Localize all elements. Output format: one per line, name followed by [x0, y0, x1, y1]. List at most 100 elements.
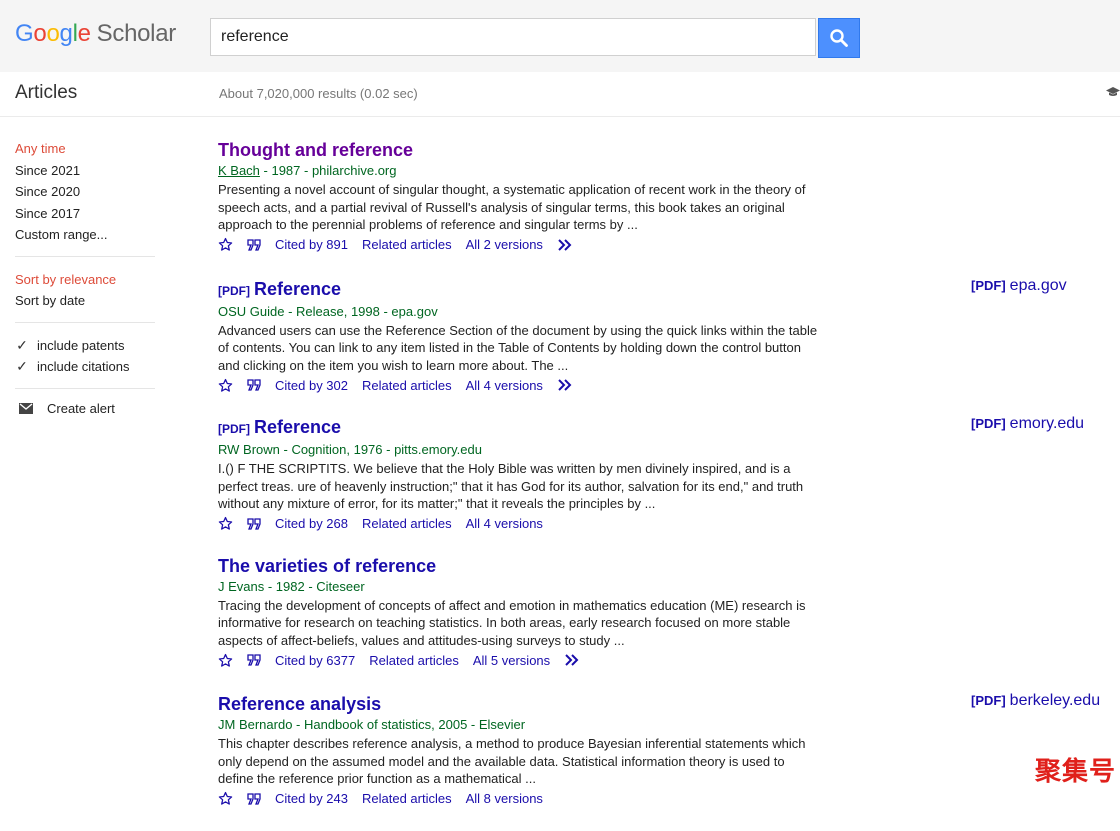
divider [15, 387, 155, 389]
create-alert-button[interactable]: Create alert [15, 401, 160, 416]
result-byline: OSU Guide - Release, 1998 - epa.gov [218, 303, 818, 321]
all-versions-link[interactable]: All 2 versions [466, 237, 543, 252]
filter-since-2020[interactable]: Since 2020 [15, 181, 160, 203]
checkmark-icon: ✓ [16, 358, 28, 375]
graduation-cap-icon[interactable] [1106, 85, 1120, 99]
side-pdf-tag: [PDF] [971, 693, 1006, 708]
result-byline: J Evans - 1982 - Citeseer [218, 578, 818, 596]
result-byline: K Bach - 1987 - philarchive.org [218, 162, 818, 180]
more-chevron-icon[interactable] [564, 654, 582, 666]
watermark-text: 聚集号 [1034, 757, 1116, 787]
more-chevron-icon[interactable] [557, 379, 575, 391]
search-input[interactable] [211, 19, 791, 55]
save-star-icon[interactable] [218, 378, 233, 393]
cite-quote-icon[interactable] [247, 792, 261, 805]
divider [15, 255, 155, 257]
cited-by-link[interactable]: Cited by 6377 [275, 653, 355, 668]
results-stats: About 7,020,000 results (0.02 sec) [219, 86, 418, 101]
cited-by-link[interactable]: Cited by 891 [275, 237, 348, 252]
save-star-icon[interactable] [218, 516, 233, 531]
result-title-keyword: Reference analysis [218, 694, 382, 714]
result-byline: JM Bernardo - Handbook of statistics, 20… [218, 716, 818, 734]
search-button[interactable] [818, 18, 860, 58]
result-title-row: [PDF] Reference [218, 415, 818, 441]
related-articles-link[interactable]: Related articles [362, 378, 452, 393]
result-title-row: [PDF] Reference [218, 277, 818, 303]
result-item: [PDF] Reference OSU Guide - Release, 1998 … [218, 277, 1067, 416]
filter-since-2017[interactable]: Since 2017 [15, 203, 160, 225]
logo-letter: e [77, 20, 91, 47]
cited-by-link[interactable]: Cited by 268 [275, 516, 348, 531]
all-versions-link[interactable]: All 4 versions [466, 378, 543, 393]
publication-info: - Cognition, 1976 - pitts.emory.edu [279, 442, 482, 457]
sort-by-relevance[interactable]: Sort by relevance [15, 269, 160, 291]
filter-any-time[interactable]: Any time [15, 138, 160, 160]
result-actions: Cited by 302 Related articles All 4 versio… [218, 376, 818, 394]
cite-quote-icon[interactable] [247, 654, 261, 666]
all-versions-link[interactable]: All 5 versions [473, 653, 550, 668]
result-item: [PDF] Reference RW Brown - Cognition, 1976… [218, 415, 1084, 554]
results-subbar [0, 72, 1120, 117]
author-link[interactable]: JM Bernardo [218, 717, 292, 732]
related-articles-link[interactable]: Related articles [362, 516, 452, 531]
filter-custom-range[interactable]: Custom range... [15, 224, 160, 246]
result-snippet: Presenting a novel account of singular t… [218, 182, 806, 232]
cite-quote-icon[interactable] [247, 379, 261, 391]
logo-scholar-text: Scholar [96, 20, 177, 47]
include-citations-checkbox[interactable]: ✓ include citations [15, 356, 160, 378]
publication-info: - Handbook of statistics, 2005 - Elsevie… [292, 717, 526, 732]
pdf-tag: [PDF] [218, 283, 250, 298]
all-versions-link[interactable]: All 4 versions [466, 516, 543, 531]
all-versions-link[interactable]: All 8 versions [466, 791, 543, 806]
result-title-row: Reference analysis [218, 692, 818, 716]
save-star-icon[interactable] [218, 237, 233, 252]
logo-letter: G [15, 20, 34, 47]
section-title[interactable]: Articles [15, 82, 77, 104]
save-star-icon[interactable] [218, 791, 233, 806]
side-pdf-link[interactable]: [PDF] berkeley.edu [971, 692, 1100, 710]
result-item: Thought and reference K Bach - 1987 - phi… [218, 138, 818, 277]
include-patents-checkbox[interactable]: ✓ include patents [15, 335, 160, 357]
result-title-link[interactable]: Reference [254, 279, 341, 299]
filter-since-2021[interactable]: Since 2021 [15, 160, 160, 182]
filter-sidebar: Any time Since 2021 Since 2020 Since 201… [15, 138, 160, 416]
author-link[interactable]: RW Brown [218, 442, 280, 457]
result-title-keyword: reference [355, 555, 437, 576]
side-pdf-link[interactable]: [PDF] epa.gov [971, 277, 1067, 295]
cite-quote-icon[interactable] [247, 238, 261, 251]
result-actions: Cited by 6377 Related articles All 5 versi… [218, 651, 818, 669]
result-title-keyword: Reference [254, 417, 342, 437]
save-star-icon[interactable] [218, 653, 233, 668]
result-title-link[interactable]: Thought and reference [218, 140, 413, 160]
related-articles-link[interactable]: Related articles [362, 791, 452, 806]
side-pdf-link[interactable]: [PDF] emory.edu [971, 415, 1084, 433]
cite-quote-icon[interactable] [247, 517, 261, 530]
author-link[interactable]: J Evans [218, 579, 264, 594]
related-articles-link[interactable]: Related articles [362, 237, 452, 252]
result-title-row: Thought and reference [218, 138, 818, 162]
author-link[interactable]: OSU Guide [218, 304, 284, 319]
result-title-keyword: reference [331, 140, 414, 160]
publication-info: - Release, 1998 - epa.gov [284, 303, 438, 319]
sort-by-date[interactable]: Sort by date [15, 290, 160, 312]
author-link[interactable]: K Bach [218, 163, 260, 178]
side-pdf-tag: [PDF] [971, 416, 1006, 431]
envelope-icon [19, 402, 33, 414]
related-articles-link[interactable]: Related articles [369, 653, 459, 668]
side-domain: emory.edu [1009, 415, 1085, 432]
result-snippet: This chapter describes reference analysi… [218, 736, 806, 786]
search-icon [830, 29, 848, 47]
divider [15, 321, 155, 323]
logo-letter: o [33, 20, 47, 47]
cited-by-link[interactable]: Cited by 302 [275, 378, 348, 393]
side-pdf-tag: [PDF] [971, 277, 1006, 293]
side-domain: berkeley.edu [1009, 692, 1101, 709]
google-scholar-logo[interactable]: Google Scholar [15, 20, 176, 48]
checkmark-icon: ✓ [16, 336, 28, 353]
more-chevron-icon[interactable] [557, 238, 575, 251]
result-title-link[interactable]: The varieties of reference [218, 556, 436, 576]
result-title-link[interactable]: Reference [254, 417, 341, 437]
result-snippet: Advanced users can use the Reference Sec… [218, 322, 818, 373]
result-title-link[interactable]: Reference analysis [218, 694, 381, 714]
cited-by-link[interactable]: Cited by 243 [275, 791, 348, 806]
